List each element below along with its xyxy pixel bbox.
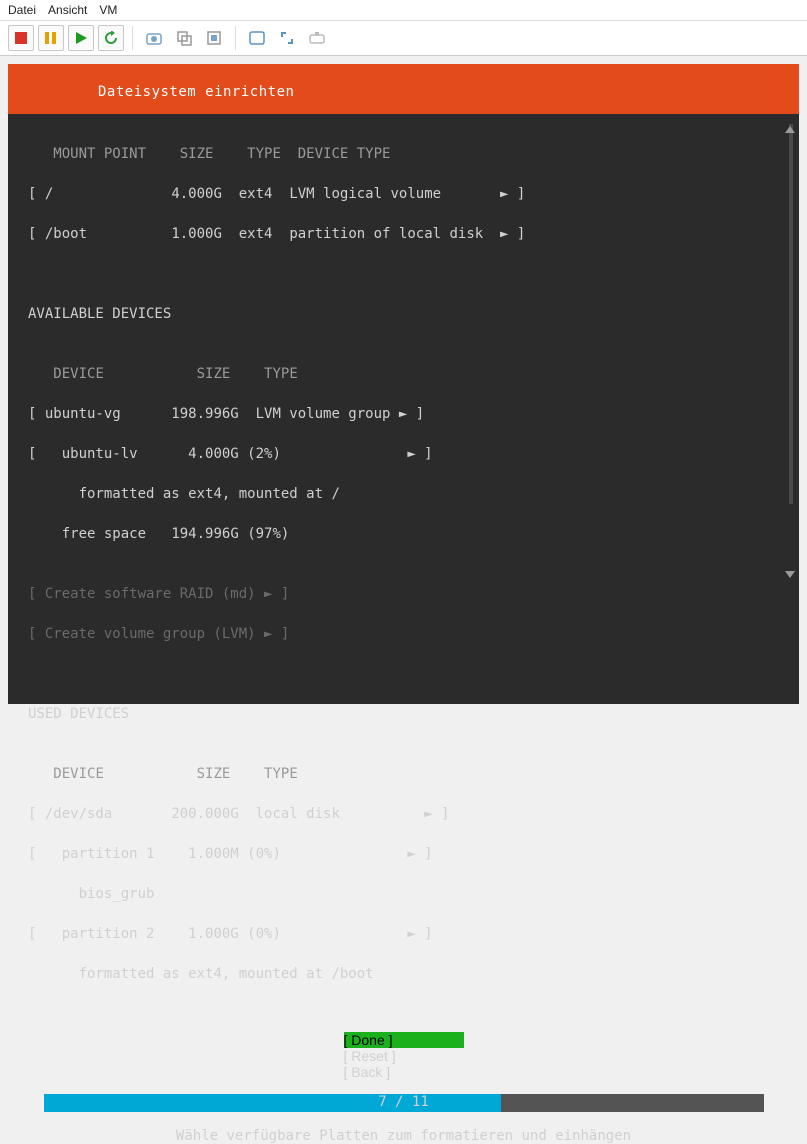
restart-button[interactable]: [98, 25, 124, 51]
done-button[interactable]: [ Done ]: [344, 1032, 464, 1048]
fullscreen-button[interactable]: [244, 25, 270, 51]
reset-button[interactable]: [ Reset ]: [344, 1048, 464, 1064]
device-desc: bios_grub: [28, 884, 779, 904]
clone-button[interactable]: [171, 25, 197, 51]
seamless-button[interactable]: [304, 25, 330, 51]
footer-hint: Wähle verfügbare Platten zum formatieren…: [8, 1128, 799, 1144]
menu-bar: Datei Ansicht VM: [0, 0, 807, 21]
toolbar: [0, 21, 807, 56]
device-row[interactable]: [ partition 1 1.000M (0%) ► ]: [28, 844, 779, 864]
vm-console: Dateisystem einrichten MOUNT POINT SIZE …: [8, 64, 799, 704]
stop-button[interactable]: [8, 25, 34, 51]
section-used: USED DEVICES: [28, 704, 779, 724]
progress-label: 7 / 11: [44, 1094, 764, 1110]
device-desc: formatted as ext4, mounted at /: [28, 484, 779, 504]
menu-vm[interactable]: VM: [99, 3, 117, 17]
device-row[interactable]: [ /dev/sda 200.000G local disk ► ]: [28, 804, 779, 824]
pause-button[interactable]: [38, 25, 64, 51]
toolbar-separator-2: [235, 26, 236, 50]
terminal-content: MOUNT POINT SIZE TYPE DEVICE TYPE [ / 4.…: [8, 114, 799, 1024]
create-lvm-option[interactable]: [ Create volume group (LVM) ► ]: [28, 624, 779, 644]
device-row[interactable]: [ ubuntu-vg 198.996G LVM volume group ► …: [28, 404, 779, 424]
manage-button[interactable]: [201, 25, 227, 51]
device-row[interactable]: [ partition 2 1.000G (0%) ► ]: [28, 924, 779, 944]
play-button[interactable]: [68, 25, 94, 51]
device-desc: formatted as ext4, mounted at /boot: [28, 964, 779, 984]
device-row: free space 194.996G (97%): [28, 524, 779, 544]
mount-row[interactable]: [ /boot 1.000G ext4 partition of local d…: [28, 224, 779, 244]
device-row[interactable]: [ ubuntu-lv 4.000G (2%) ► ]: [28, 444, 779, 464]
menu-file[interactable]: Datei: [8, 3, 36, 17]
toolbar-separator: [132, 26, 133, 50]
back-button[interactable]: [ Back ]: [344, 1064, 464, 1080]
snapshot-button[interactable]: [141, 25, 167, 51]
section-available: AVAILABLE DEVICES: [28, 304, 779, 324]
installer-title: Dateisystem einrichten: [8, 64, 799, 114]
create-raid-option[interactable]: [ Create software RAID (md) ► ]: [28, 584, 779, 604]
menu-view[interactable]: Ansicht: [48, 3, 87, 17]
scale-button[interactable]: [274, 25, 300, 51]
progress-bar: 7 / 11: [8, 1094, 799, 1112]
mount-row[interactable]: [ / 4.000G ext4 LVM logical volume ► ]: [28, 184, 779, 204]
